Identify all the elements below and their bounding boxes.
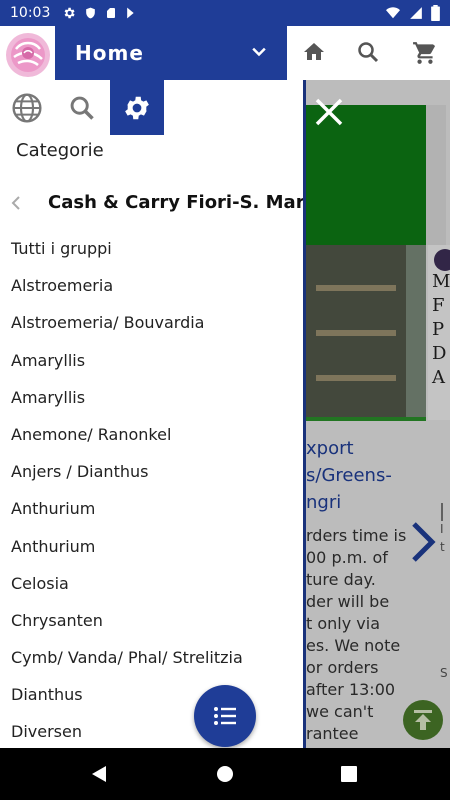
chevron-down-icon	[252, 47, 266, 57]
chevron-left-icon[interactable]	[9, 192, 23, 214]
list-item[interactable]: Alstroemeria	[0, 267, 303, 304]
list-item[interactable]: Tutti i gruppi	[0, 230, 303, 267]
play-store-icon	[127, 7, 135, 19]
list-icon	[214, 707, 236, 725]
list-item[interactable]: Amaryllis	[0, 379, 303, 416]
home-circle-icon[interactable]	[216, 765, 234, 783]
list-item[interactable]: Anthurium	[0, 528, 303, 565]
home-selector[interactable]: Home	[55, 26, 287, 80]
header-title: Home	[75, 41, 144, 65]
battery-icon	[431, 5, 440, 21]
status-bar: 10:03	[0, 0, 450, 26]
globe-icon	[12, 92, 42, 123]
tab-settings[interactable]	[110, 80, 164, 135]
app-header: Home	[0, 26, 450, 80]
drawer-tabs	[0, 80, 303, 135]
list-item[interactable]: Cymb/ Vanda/ Phal/ Strelitzia	[0, 639, 303, 676]
list-item[interactable]: Dianthus	[0, 676, 303, 713]
list-item[interactable]: Anemone/ Ranonkel	[0, 416, 303, 453]
rose-logo-icon	[5, 33, 50, 77]
signal-icon	[410, 7, 422, 19]
list-item[interactable]: Diversen	[0, 713, 303, 748]
search-icon[interactable]	[356, 40, 380, 64]
home-icon[interactable]	[302, 40, 326, 64]
drawer-scrim[interactable]	[303, 80, 450, 748]
logo[interactable]	[0, 26, 55, 80]
store-header: Cash & Carry Fiori-S. Maria	[0, 186, 303, 220]
list-item[interactable]: Anthurium	[0, 490, 303, 527]
close-icon[interactable]	[313, 96, 345, 128]
search-icon	[70, 96, 94, 120]
gear-icon	[125, 96, 149, 119]
list-item[interactable]: Alstroemeria/ Bouvardia	[0, 304, 303, 341]
wifi-icon	[386, 7, 400, 19]
section-title: Categorie	[16, 140, 104, 161]
system-nav-bar	[0, 748, 450, 800]
shield-icon	[86, 7, 96, 19]
status-time: 10:03	[10, 5, 51, 21]
tab-search[interactable]	[55, 80, 109, 135]
store-name: Cash & Carry Fiori-S. Maria	[48, 192, 303, 213]
cart-icon[interactable]	[412, 40, 438, 66]
list-item[interactable]: Anjers / Dianthus	[0, 453, 303, 490]
category-list: Tutti i gruppi Alstroemeria Alstroemeria…	[0, 230, 303, 748]
gear-icon	[64, 7, 75, 19]
category-drawer: Categorie Cash & Carry Fiori-S. Maria Tu…	[0, 80, 303, 748]
list-item[interactable]: Amaryllis	[0, 342, 303, 379]
recents-icon[interactable]	[340, 765, 358, 783]
sd-card-icon	[107, 8, 116, 18]
list-menu-button[interactable]	[194, 685, 256, 747]
list-item[interactable]: Celosia	[0, 565, 303, 602]
list-item[interactable]: Chrysanten	[0, 602, 303, 639]
back-icon[interactable]	[90, 765, 108, 783]
tab-language[interactable]	[0, 80, 54, 135]
